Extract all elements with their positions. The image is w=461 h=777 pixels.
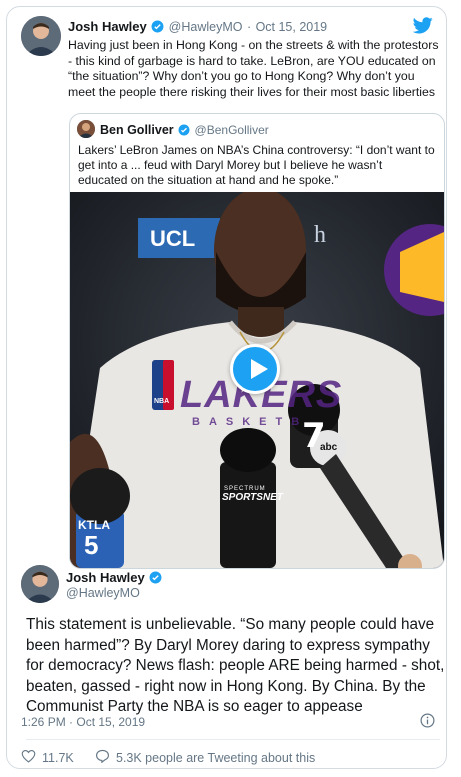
quoted-text-line: Lakers’ LeBron James on NBA’s China cont… (78, 143, 435, 157)
expanded-text-line: been harmed”? By Daryl Morey daring to e… (26, 636, 430, 654)
author-avatar[interactable] (21, 16, 61, 56)
tweet-date[interactable]: Oct 15, 2019 (256, 20, 328, 34)
tweet-timestamp[interactable]: 1:26 PM · Oct 15, 2019 (21, 715, 145, 729)
expanded-author-handle[interactable]: @HawleyMO (66, 586, 140, 600)
tweet-text-line: - this kind of garbage is hard to take. … (68, 53, 436, 68)
shirt-sub-text: BASKETB (192, 416, 309, 428)
verified-badge-icon (151, 20, 164, 38)
mic-sponsor-bottom: SPORTSNET (222, 492, 283, 503)
backdrop-suffix-text: h (314, 222, 326, 248)
info-icon[interactable] (420, 713, 435, 728)
expanded-author-avatar[interactable] (21, 565, 59, 603)
expanded-text-line: for democracy? News flash: people ARE be… (26, 657, 445, 674)
tweet-text-line: Having just been in Hong Kong - on the s… (68, 38, 439, 52)
quoted-text-line: get into a ... feud with Daryl Morey but… (78, 158, 383, 172)
author-name[interactable]: Josh Hawley (68, 19, 147, 34)
tweet-embed-card: Josh Hawley @HawleyMO · Oct 15, 2019 Hav… (6, 6, 447, 769)
backdrop-ucla-text: UCL (150, 226, 196, 251)
conversation-link[interactable]: 5.3K people are Tweeting about this (95, 749, 315, 766)
heart-icon (21, 749, 36, 766)
speech-bubble-icon (95, 749, 110, 766)
expanded-tweet-text: This statement is unbelievable. “So many… (26, 615, 445, 718)
twitter-bird-icon[interactable] (412, 17, 433, 34)
verified-badge-icon (178, 123, 190, 141)
expanded-author-name[interactable]: Josh Hawley (66, 570, 145, 585)
verified-badge-icon (149, 571, 162, 589)
date-separator: · (246, 20, 252, 34)
quoted-tweet[interactable]: Ben Golliver @BenGolliver Lakers’ LeBron… (69, 113, 445, 569)
mic-abc7-sub: abc (320, 442, 338, 453)
divider (26, 739, 440, 740)
tweet-text-line: meet the people there risking their live… (68, 84, 436, 99)
mic-ktla-number: 5 (84, 530, 99, 560)
like-count: 11.7K (42, 750, 74, 765)
author-handle[interactable]: @HawleyMO (169, 20, 243, 34)
nba-badge-text: NBA (154, 398, 170, 405)
expanded-text-line: beaten, gassed - right now in Hong Kong.… (26, 677, 426, 695)
tweet-text: Having just been in Hong Kong - on the s… (68, 38, 440, 100)
like-button[interactable]: 11.7K (21, 749, 74, 766)
quoted-text-line: educated on the situation at hand and he… (78, 173, 339, 187)
conversation-text: 5.3K people are Tweeting about this (116, 750, 316, 765)
quoted-tweet-text: Lakers’ LeBron James on NBA’s China cont… (78, 143, 440, 188)
quoted-author-handle: @BenGolliver (194, 123, 269, 137)
quoted-author-name: Ben Golliver (100, 123, 174, 137)
quoted-author-avatar (77, 120, 95, 138)
expanded-text-line: This statement is unbelievable. “So many… (26, 616, 435, 633)
play-icon[interactable] (230, 344, 280, 394)
video-player[interactable]: UCL h NBA LAKERS BASKETB KTLA 5 7 abc SP… (70, 192, 444, 568)
tweet-text-line: “the situation”? Why don’t you go to Hon… (68, 69, 415, 83)
